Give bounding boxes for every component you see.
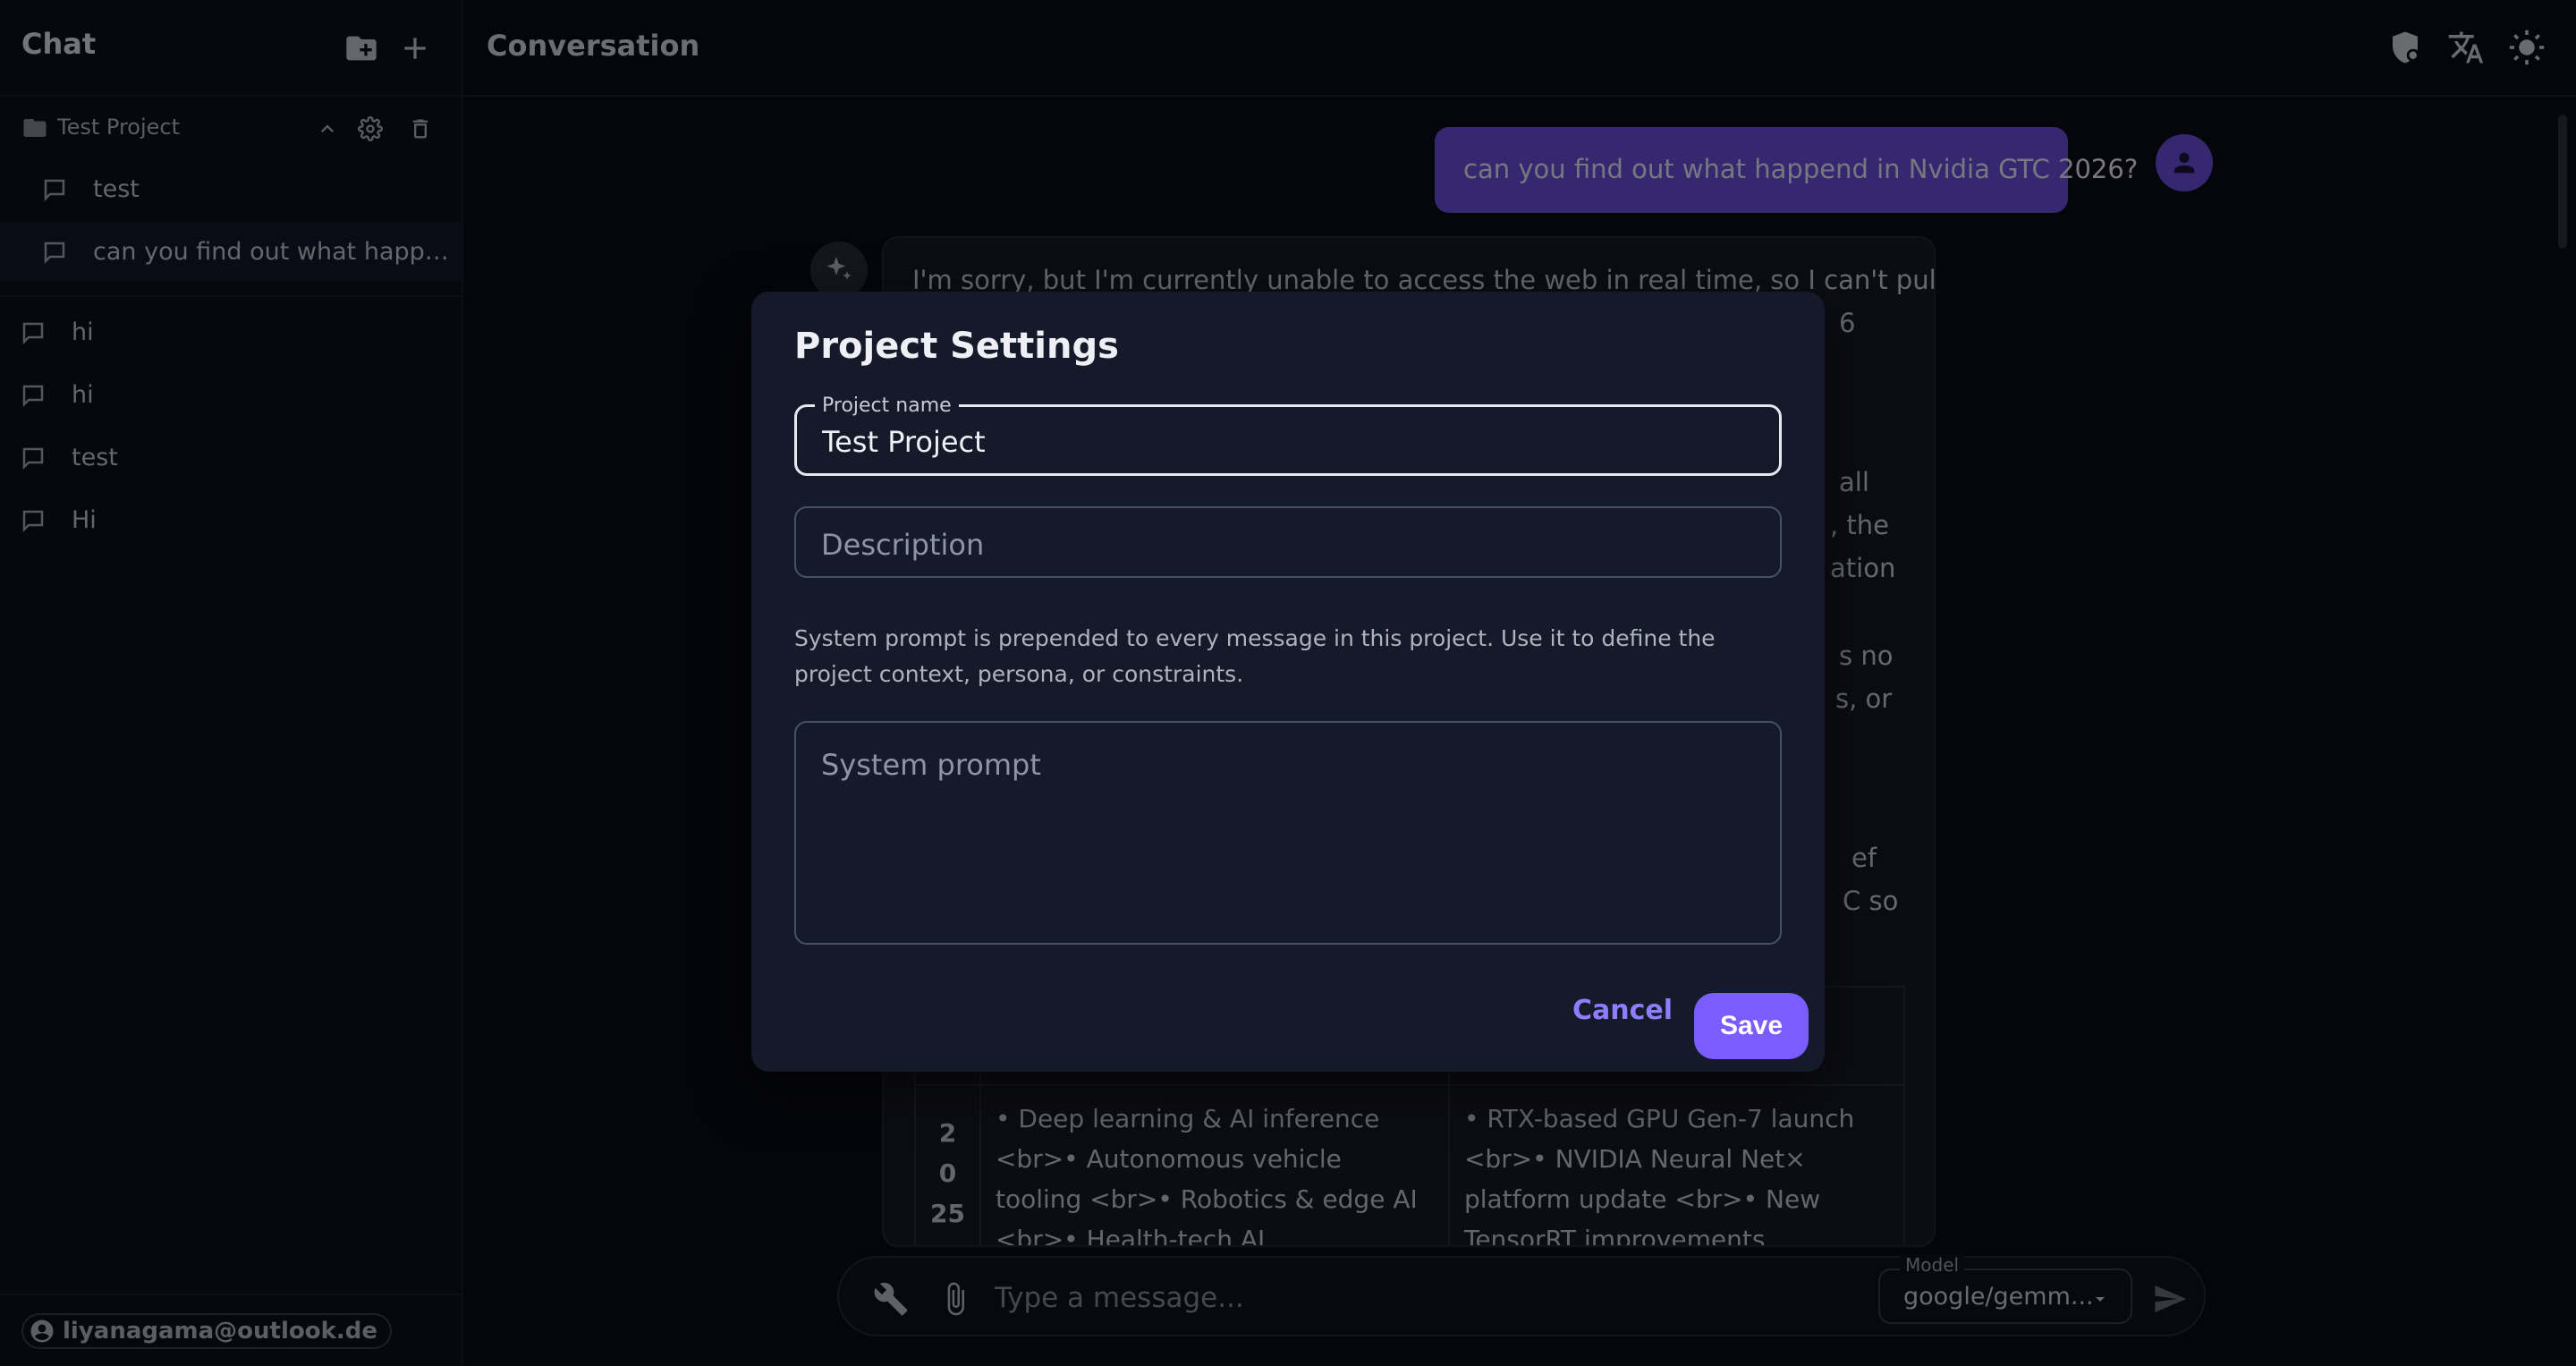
- system-prompt-helper-text: System prompt is prepended to every mess…: [794, 625, 1716, 687]
- dialog-title: Project Settings: [794, 326, 1119, 367]
- system-prompt-input[interactable]: [819, 746, 1753, 929]
- project-settings-dialog: Project Settings Project name System pro…: [751, 292, 1825, 1072]
- description-field: [794, 506, 1782, 578]
- project-name-field: Project name: [794, 395, 1782, 476]
- system-prompt-field: [794, 721, 1782, 945]
- project-name-label: Project name: [815, 395, 959, 417]
- save-button[interactable]: Save: [1694, 993, 1809, 1059]
- cancel-button[interactable]: Cancel: [1572, 995, 1673, 1026]
- description-input[interactable]: [819, 526, 1753, 564]
- project-name-input[interactable]: [820, 423, 1754, 461]
